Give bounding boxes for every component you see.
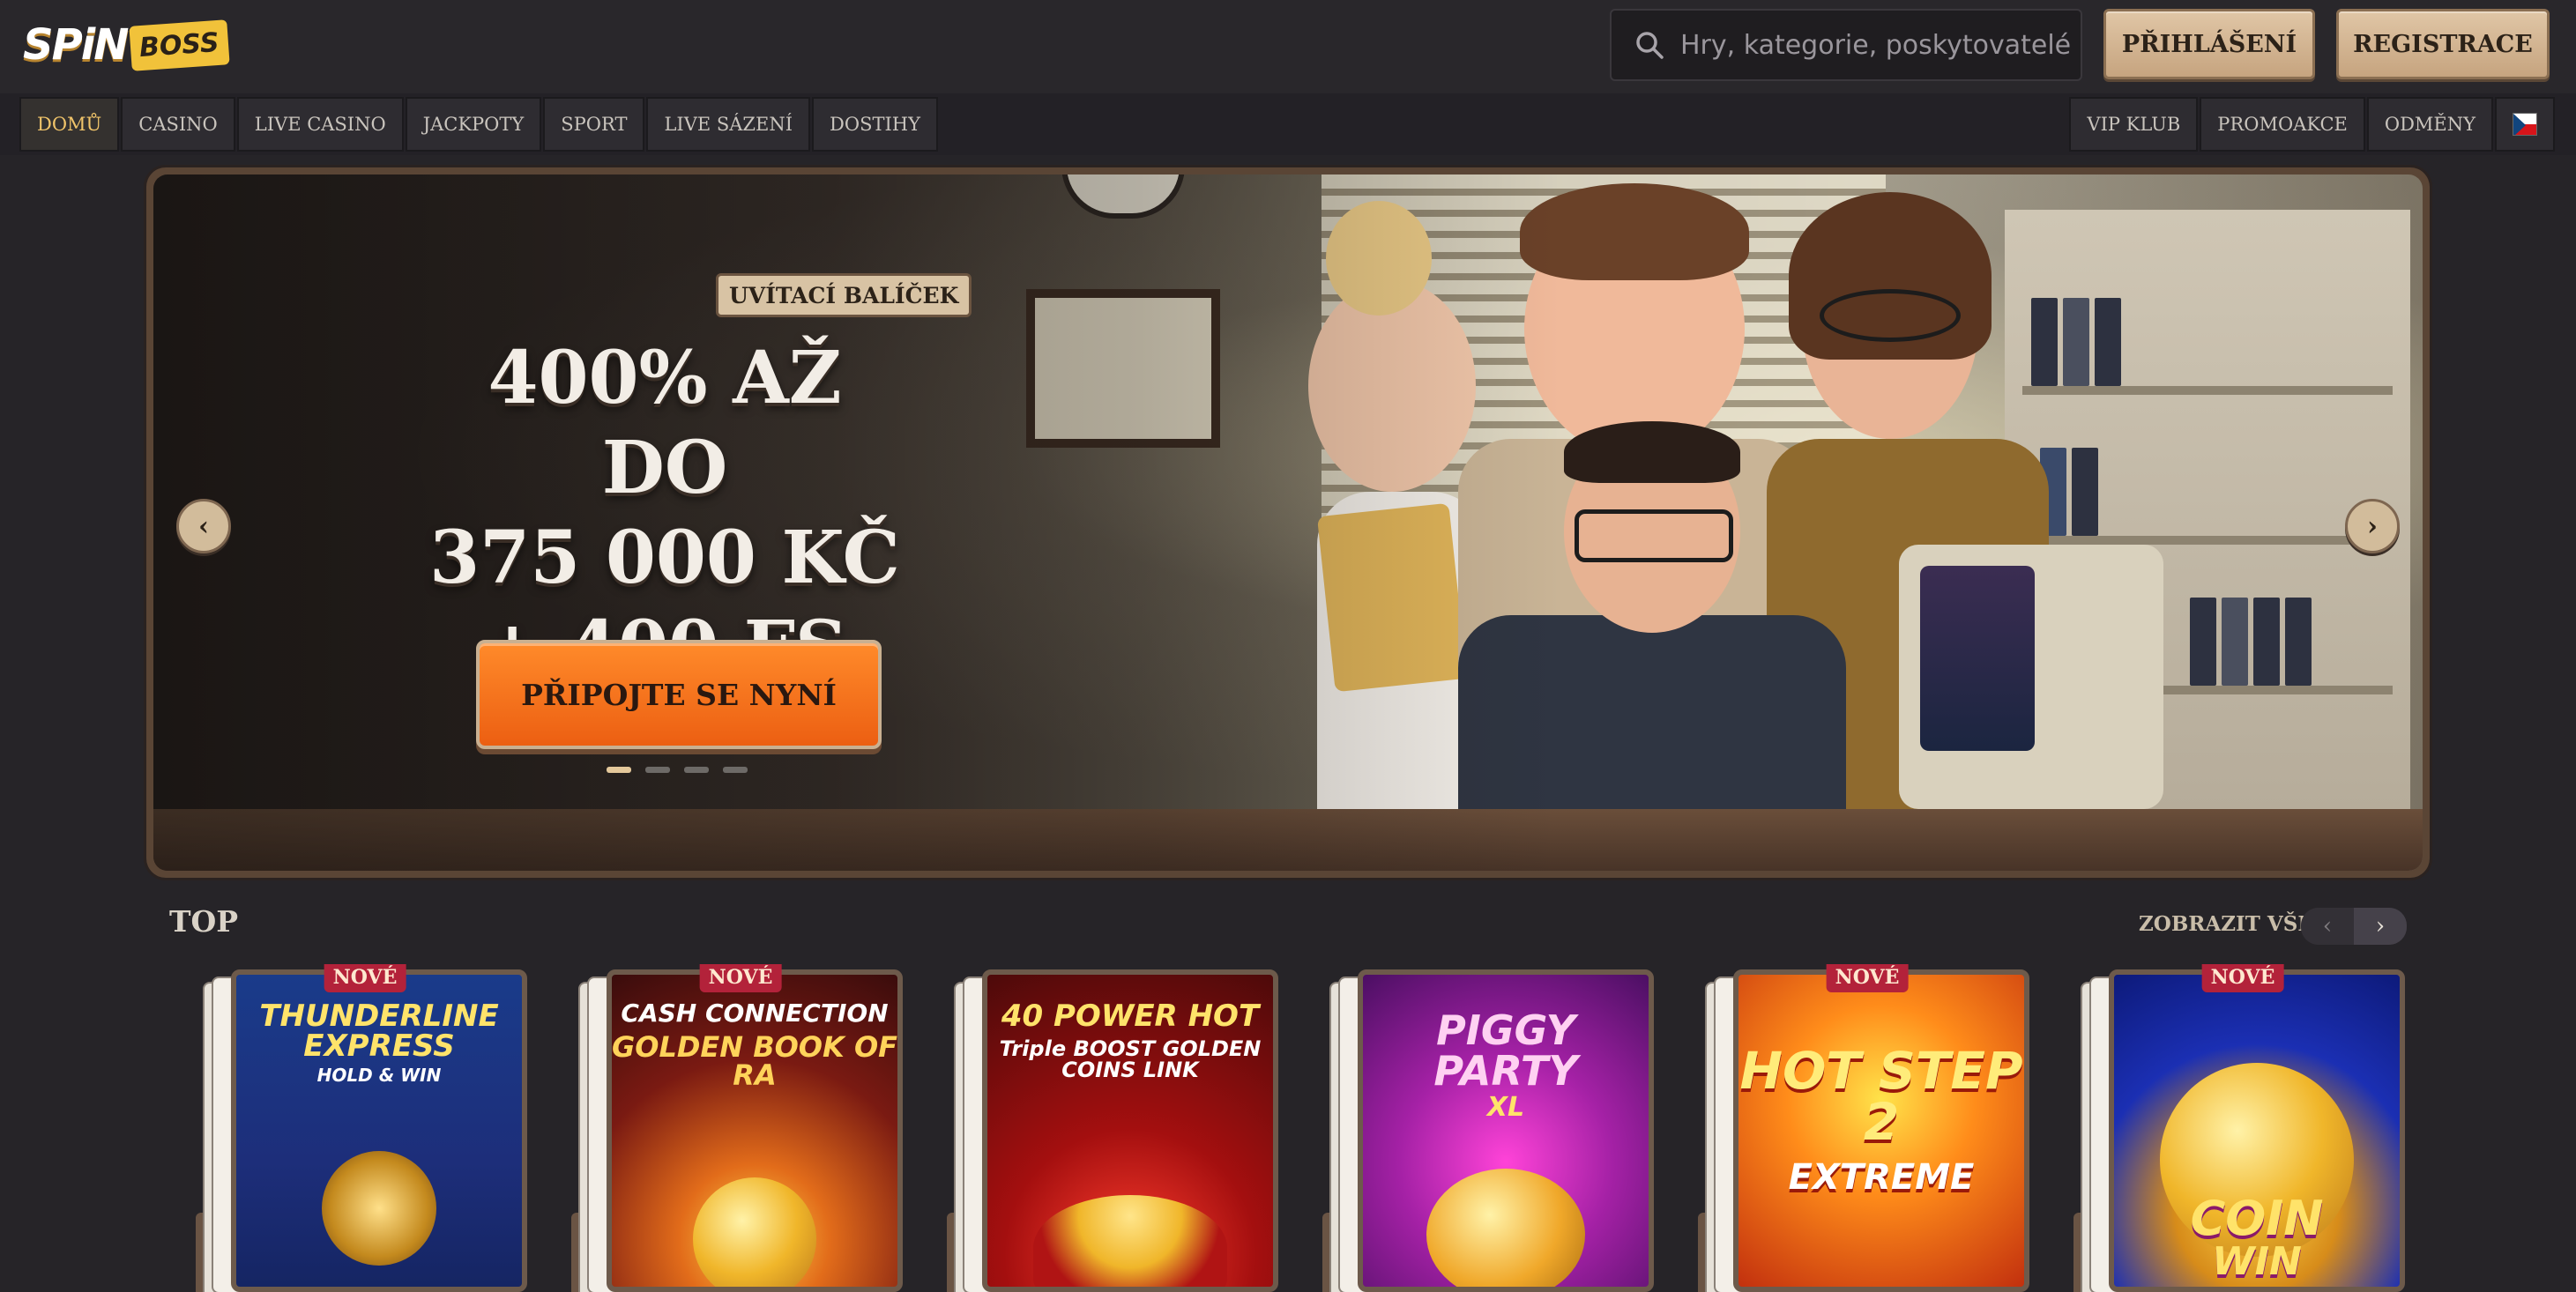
hero-dot-1[interactable] (607, 767, 631, 773)
game-thumbnail[interactable]: HOT STEP 2 EXTREME (1733, 969, 2029, 1292)
game-tile[interactable]: PIGGY PARTY XL (1322, 966, 1661, 1292)
game-tile[interactable]: CASH CONNECTION GOLDEN BOOK OF RA NOVÉ (571, 964, 910, 1292)
nav-item-horse-racing[interactable]: DOSTIHY (812, 97, 938, 152)
logo-boss-text: BOSS (129, 19, 230, 71)
game-title: HOT STEP 2 EXTREME (1739, 1041, 2023, 1198)
top-section-title: TOP (169, 904, 239, 939)
hero-title-line-2: 375 000 KČ (429, 516, 900, 600)
character-seated-man-glasses (1575, 509, 1733, 562)
hero-title: 400% AŽ DO 375 000 KČ + 400 FS (418, 333, 912, 693)
nav-right-group: VIP KLUB PROMOAKCE ODMĚNY (2069, 97, 2557, 152)
search-icon (1634, 30, 1664, 60)
game-title: CASH CONNECTION GOLDEN BOOK OF RA (612, 999, 897, 1092)
nav-item-casino[interactable]: CASINO (121, 97, 235, 152)
top-games-row: THUNDERLINE EXPRESS HOLD & WIN NOVÉ CASH… (196, 964, 2421, 1292)
hero-next-button[interactable]: › (2345, 499, 2400, 553)
nav-item-home[interactable]: DOMŮ (19, 97, 120, 152)
game-title: 40 POWER HOT Triple BOOST GOLDEN COINS L… (999, 999, 1262, 1082)
hero-banner[interactable]: UVÍTACÍ BALÍČEK 400% AŽ DO 375 000 KČ + … (153, 174, 2423, 871)
game-tile[interactable]: 40 POWER HOT Triple BOOST GOLDEN COINS L… (947, 966, 1285, 1292)
top-header: SPiN BOSS Hry, kategorie, poskytovatelé … (0, 0, 2576, 93)
register-button[interactable]: REGISTRACE (2336, 9, 2550, 79)
retro-computer (1899, 545, 2163, 809)
new-badge: NOVÉ (699, 964, 782, 992)
game-title: THUNDERLINE EXPRESS HOLD & WIN (259, 999, 499, 1086)
game-tile[interactable]: COIN WIN NOVÉ (2073, 964, 2412, 1292)
nav-item-live-casino[interactable]: LIVE CASINO (236, 97, 404, 152)
character-seated-man-hair (1564, 421, 1740, 483)
nav-item-vip-club[interactable]: VIP KLUB (2069, 97, 2199, 152)
top-carousel-prev-button[interactable]: ‹ (2301, 908, 2354, 945)
character-tall-man-glasses (1820, 289, 1961, 342)
game-tile[interactable]: THUNDERLINE EXPRESS HOLD & WIN NOVÉ (196, 964, 534, 1292)
chevron-right-icon: › (2375, 913, 2386, 939)
logo-spin-text: SPiN (23, 20, 129, 70)
nav-item-promotions[interactable]: PROMOAKCE (2200, 97, 2365, 152)
cz-flag-icon (2513, 113, 2537, 136)
top-carousel-next-button[interactable]: › (2354, 908, 2407, 945)
new-badge: NOVÉ (2201, 964, 2284, 992)
game-thumbnail[interactable]: PIGGY PARTY XL (1358, 969, 1654, 1292)
top-carousel-arrows: ‹ › (2301, 908, 2407, 945)
train-emblem-icon (322, 1151, 436, 1266)
new-badge: NOVÉ (1826, 964, 1909, 992)
nav-item-jackpots[interactable]: JACKPOTY (405, 97, 542, 152)
game-thumbnail[interactable]: COIN WIN (2109, 969, 2405, 1292)
nav-item-sport[interactable]: SPORT (543, 97, 645, 152)
join-now-button[interactable]: PŘIPOJTE SE NYNÍ (476, 640, 882, 749)
hero-dot-4[interactable] (723, 767, 748, 773)
slot-machine-screen (1920, 566, 2035, 751)
nav-item-live-betting[interactable]: LIVE SÁZENÍ (646, 97, 811, 152)
new-badge: NOVÉ (324, 964, 406, 992)
nav-item-rewards[interactable]: ODMĚNY (2366, 97, 2493, 152)
login-button[interactable]: PŘIHLÁŠENÍ (2103, 9, 2315, 79)
language-selector[interactable] (2495, 97, 2555, 152)
search-input[interactable]: Hry, kategorie, poskytovatelé (1610, 9, 2082, 81)
game-thumbnail[interactable]: CASH CONNECTION GOLDEN BOOK OF RA (607, 969, 903, 1292)
game-thumbnail[interactable]: THUNDERLINE EXPRESS HOLD & WIN (231, 969, 527, 1292)
chevron-right-icon: › (2367, 510, 2378, 542)
spinboss-logo[interactable]: SPiN BOSS (23, 16, 230, 74)
view-all-link[interactable]: ZOBRAZIT VŠE (2139, 912, 2313, 936)
hero-prev-button[interactable]: ‹ (176, 499, 231, 553)
game-tile[interactable]: HOT STEP 2 EXTREME NOVÉ (1698, 964, 2036, 1292)
hero-title-line-1: 400% AŽ DO (488, 336, 842, 510)
hero-pagination (607, 767, 748, 773)
gold-coin-icon (693, 1177, 816, 1287)
main-nav: DOMŮ CASINO LIVE CASINO JACKPOTY SPORT L… (0, 93, 2576, 155)
nav-left-group: DOMŮ CASINO LIVE CASINO JACKPOTY SPORT L… (19, 97, 940, 152)
hero-banner-frame: UVÍTACÍ BALÍČEK 400% AŽ DO 375 000 KČ + … (146, 167, 2430, 878)
chevron-left-icon: ‹ (2322, 913, 2333, 939)
game-title: PIGGY PARTY XL (1433, 1006, 1578, 1123)
pot-of-gold-icon (1033, 1195, 1227, 1287)
search-placeholder: Hry, kategorie, poskytovatelé (1680, 29, 2072, 61)
hero-dot-3[interactable] (684, 767, 709, 773)
piggy-bank-icon (1426, 1169, 1585, 1287)
welcome-package-badge: UVÍTACÍ BALÍČEK (716, 273, 972, 317)
chevron-left-icon: ‹ (198, 510, 209, 542)
game-title: COIN WIN (2190, 1191, 2324, 1284)
hero-dot-2[interactable] (645, 767, 670, 773)
game-thumbnail[interactable]: 40 POWER HOT Triple BOOST GOLDEN COINS L… (982, 969, 1278, 1292)
